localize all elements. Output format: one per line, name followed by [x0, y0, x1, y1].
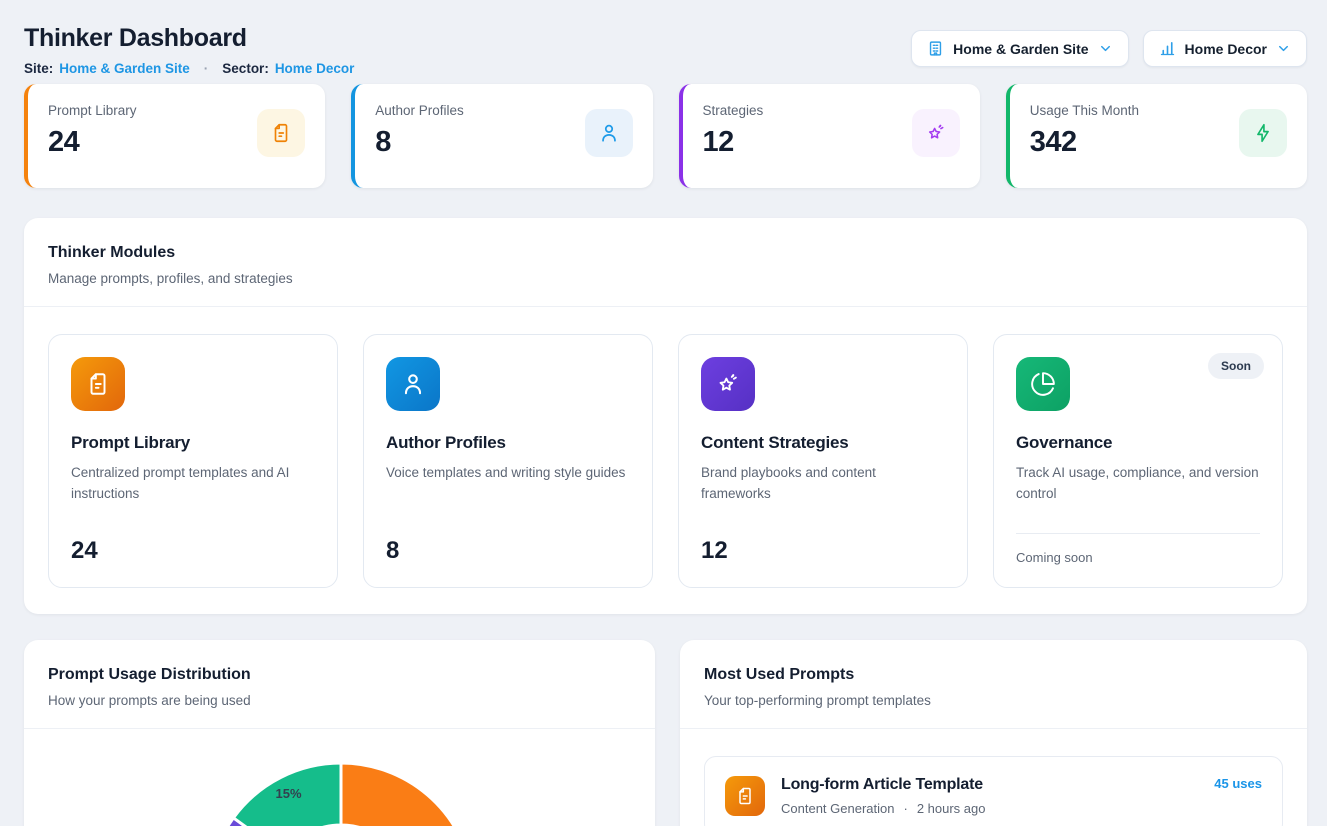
module-count: 12 [701, 537, 945, 565]
prompt-item-text: Long-form Article Template Content Gener… [781, 776, 985, 816]
chevron-down-icon [1098, 41, 1113, 56]
sector-selector-button[interactable]: Home Decor [1143, 30, 1307, 67]
site-label: Site: [24, 61, 53, 76]
coming-soon-text: Coming soon [1016, 534, 1260, 565]
stat-label: Prompt Library [48, 103, 137, 118]
module-title: Prompt Library [71, 433, 315, 453]
prompt-usage-distribution-card: Prompt Usage Distribution How your promp… [24, 640, 655, 826]
module-description: Voice templates and writing style guides [386, 463, 630, 484]
module-description: Brand playbooks and content frameworks [701, 463, 945, 505]
prompt-item-title: Long-form Article Template [781, 776, 985, 794]
soon-badge: Soon [1208, 353, 1264, 379]
pie-chart-icon [1016, 357, 1070, 411]
stat-label: Strategies [703, 103, 764, 118]
document-icon [257, 109, 305, 157]
stat-value: 24 [48, 126, 137, 159]
meta-separator: · [903, 801, 907, 816]
prompt-list: Long-form Article Template Content Gener… [680, 729, 1307, 826]
stat-text: Prompt Library 24 [48, 103, 137, 169]
stat-value: 8 [375, 126, 464, 159]
modules-header: Thinker Modules Manage prompts, profiles… [24, 218, 1307, 307]
stat-text: Author Profiles 8 [375, 103, 464, 169]
prompt-item-uses: 45 uses [1214, 776, 1262, 791]
most-used-prompts-card: Most Used Prompts Your top-performing pr… [680, 640, 1307, 826]
bar-chart-icon [1159, 40, 1176, 57]
stat-label: Author Profiles [375, 103, 464, 118]
usage-donut-chart: 15% [24, 729, 655, 826]
module-title: Governance [1016, 433, 1260, 453]
modules-subtitle: Manage prompts, profiles, and strategies [48, 271, 1283, 286]
site-selector-button[interactable]: Home & Garden Site [911, 30, 1128, 67]
stat-card-author-profiles: Author Profiles 8 [351, 84, 652, 188]
module-card-prompt-library[interactable]: Prompt Library Centralized prompt templa… [48, 334, 338, 588]
usage-chart-title: Prompt Usage Distribution [48, 666, 631, 684]
header-selectors: Home & Garden Site Home Decor [911, 30, 1307, 67]
prompt-item-time: 2 hours ago [917, 801, 986, 816]
site-link[interactable]: Home & Garden Site [59, 61, 190, 76]
stat-label: Usage This Month [1030, 103, 1139, 118]
person-icon [386, 357, 440, 411]
list-item[interactable]: Long-form Article Template Content Gener… [704, 756, 1283, 826]
thinker-modules-section: Thinker Modules Manage prompts, profiles… [24, 218, 1307, 614]
site-selector-label: Home & Garden Site [953, 41, 1088, 57]
chevron-down-icon [1276, 41, 1291, 56]
stat-text: Usage This Month 342 [1030, 103, 1139, 169]
module-title: Author Profiles [386, 433, 630, 453]
document-icon [71, 357, 125, 411]
sector-link[interactable]: Home Decor [275, 61, 355, 76]
modules-grid: Prompt Library Centralized prompt templa… [24, 307, 1307, 614]
stats-row: Prompt Library 24 Author Profiles 8 [24, 84, 1307, 188]
modules-title: Thinker Modules [48, 244, 1283, 262]
star-sparkle-icon [701, 357, 755, 411]
document-icon [725, 776, 765, 816]
module-description: Track AI usage, compliance, and version … [1016, 463, 1260, 505]
stat-card-prompt-library: Prompt Library 24 [24, 84, 325, 188]
stat-text: Strategies 12 [703, 103, 764, 169]
prompt-item-meta: Content Generation · 2 hours ago [781, 801, 985, 816]
prompt-item-category: Content Generation [781, 801, 894, 816]
usage-chart-header: Prompt Usage Distribution How your promp… [24, 640, 655, 729]
module-card-content-strategies[interactable]: Content Strategies Brand playbooks and c… [678, 334, 968, 588]
prompts-subtitle: Your top-performing prompt templates [704, 693, 1283, 708]
module-card-governance[interactable]: Soon Governance Track AI usage, complian… [993, 334, 1283, 588]
person-icon [585, 109, 633, 157]
breadcrumb: Site: Home & Garden Site · Sector: Home … [24, 61, 354, 76]
bottom-row: Prompt Usage Distribution How your promp… [24, 640, 1307, 826]
prompts-title: Most Used Prompts [704, 666, 1283, 684]
stat-value: 342 [1030, 126, 1139, 159]
sector-label: Sector: [222, 61, 269, 76]
module-title: Content Strategies [701, 433, 945, 453]
stat-card-usage: Usage This Month 342 [1006, 84, 1307, 188]
donut-segment-label: 15% [275, 786, 301, 801]
stat-card-strategies: Strategies 12 [679, 84, 980, 188]
page-title: Thinker Dashboard [24, 24, 354, 53]
star-sparkle-icon [912, 109, 960, 157]
building-icon [927, 40, 944, 57]
page-header: Thinker Dashboard Site: Home & Garden Si… [24, 24, 1307, 76]
usage-chart-subtitle: How your prompts are being used [48, 693, 631, 708]
module-count: 24 [71, 537, 315, 565]
donut-segment-orange[interactable] [341, 763, 474, 826]
prompts-header: Most Used Prompts Your top-performing pr… [680, 640, 1307, 729]
module-count: 8 [386, 537, 630, 565]
module-card-author-profiles[interactable]: Author Profiles Voice templates and writ… [363, 334, 653, 588]
sector-selector-label: Home Decor [1185, 41, 1267, 57]
breadcrumb-separator: · [204, 61, 209, 76]
header-titles: Thinker Dashboard Site: Home & Garden Si… [24, 24, 354, 76]
lightning-icon [1239, 109, 1287, 157]
stat-value: 12 [703, 126, 764, 159]
dashboard-page: Thinker Dashboard Site: Home & Garden Si… [0, 0, 1327, 826]
module-description: Centralized prompt templates and AI inst… [71, 463, 315, 505]
